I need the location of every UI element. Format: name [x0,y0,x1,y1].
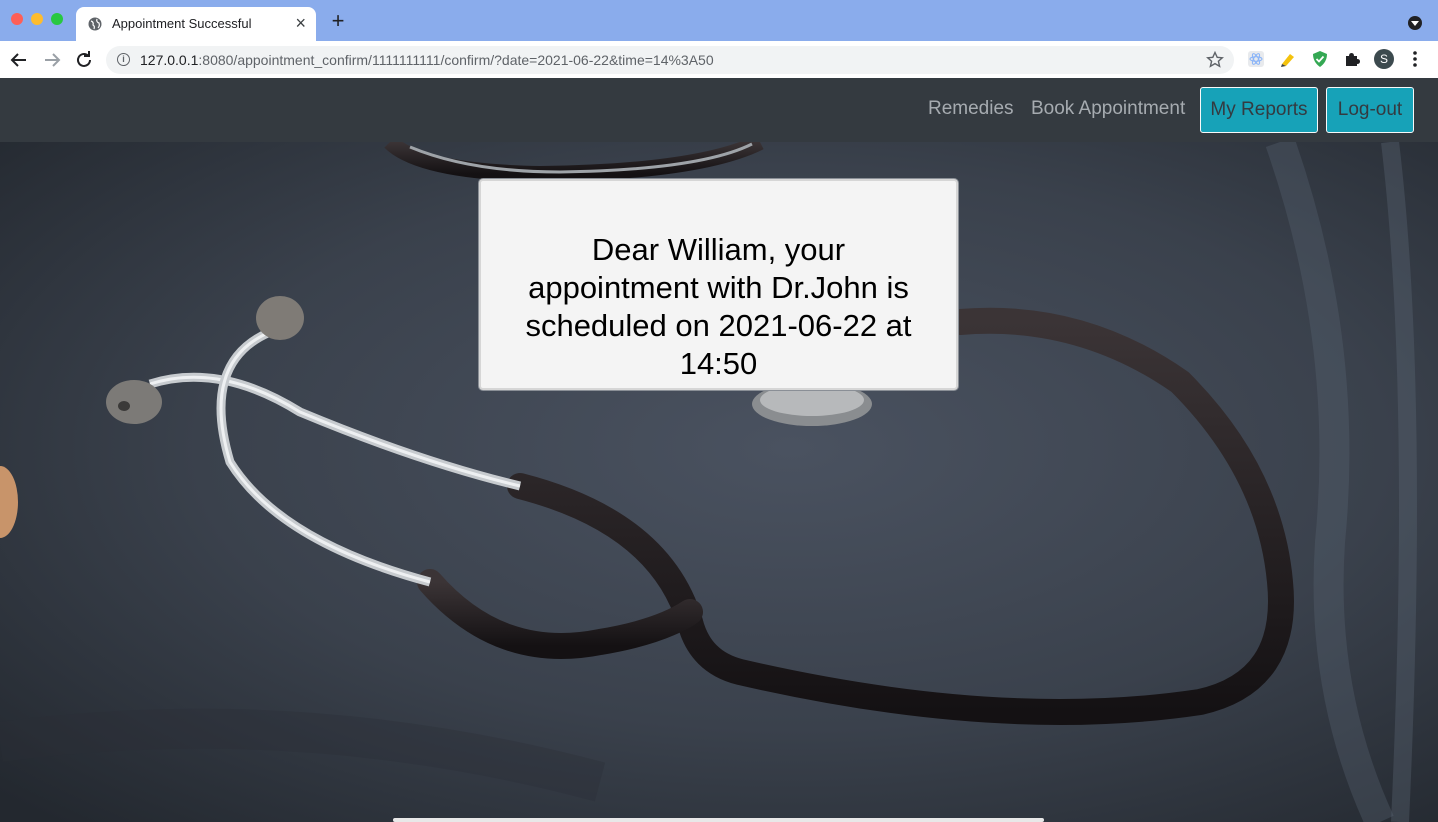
my-reports-button[interactable]: My Reports [1200,87,1318,133]
extensions-puzzle-icon[interactable] [1343,50,1361,68]
bookmark-star-icon[interactable] [1206,51,1224,69]
browser-tab[interactable]: Appointment Successful × [76,7,316,41]
address-bar[interactable]: i 127.0.0.1:8080/appointment_confirm/111… [106,46,1234,74]
logout-button[interactable]: Log-out [1326,87,1414,133]
nav-book-appointment-link[interactable]: Book Appointment [1031,98,1185,120]
kebab-menu-icon[interactable] [1408,49,1422,69]
tab-search-icon[interactable] [1408,16,1422,30]
back-arrow-icon[interactable] [8,49,30,71]
confirmation-card: Dear William, your appointment with Dr.J… [479,179,958,390]
highlighter-extension-icon[interactable] [1279,50,1297,68]
reload-icon[interactable] [73,49,95,71]
info-icon[interactable]: i [117,53,130,66]
browser-tab-bar: Appointment Successful × + [0,0,1438,41]
profile-avatar[interactable]: S [1374,49,1394,69]
horizontal-scrollbar[interactable] [393,818,1044,822]
globe-icon [88,17,102,31]
tab-title: Appointment Successful [112,16,252,31]
close-window-button[interactable] [11,13,23,25]
new-tab-icon[interactable]: + [328,10,348,32]
page-content: Remedies Book Appointment My Reports Log… [0,78,1438,822]
tab-close-icon[interactable]: × [295,13,306,33]
nav-remedies-link[interactable]: Remedies [928,98,1014,120]
minimize-window-button[interactable] [31,13,43,25]
forward-arrow-icon[interactable] [41,49,63,71]
url-path: :8080/appointment_confirm/1111111111/con… [198,52,714,68]
url-text[interactable]: 127.0.0.1:8080/appointment_confirm/11111… [140,52,714,68]
react-devtools-icon[interactable] [1247,50,1265,68]
confirmation-message: Dear William, your appointment with Dr.J… [525,231,912,381]
maximize-window-button[interactable] [51,13,63,25]
url-host: 127.0.0.1 [140,52,199,68]
shield-extension-icon[interactable] [1311,50,1329,68]
browser-toolbar: i 127.0.0.1:8080/appointment_confirm/111… [0,41,1438,78]
site-navbar: Remedies Book Appointment My Reports Log… [0,78,1438,142]
